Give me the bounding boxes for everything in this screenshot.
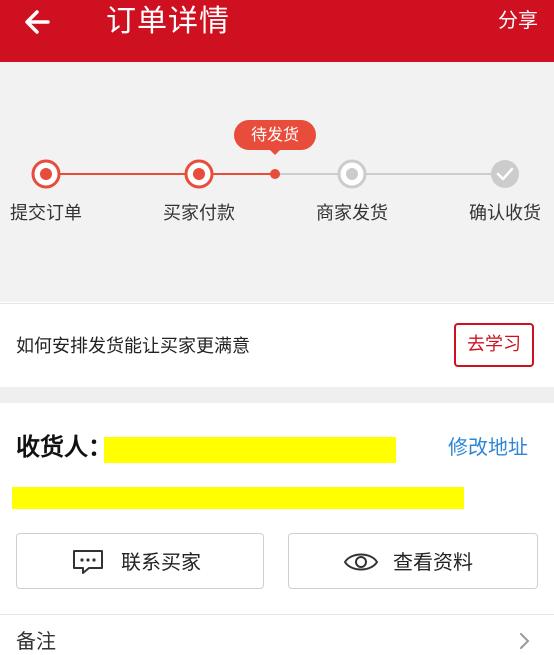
step-marker-submitted xyxy=(31,159,61,189)
page-title: 订单详情 xyxy=(106,4,230,39)
share-button[interactable]: 分享 xyxy=(498,6,538,34)
step-marker-shipped xyxy=(337,159,367,189)
back-arrow-icon[interactable] xyxy=(22,6,54,38)
step-label-submit: 提交订单 xyxy=(10,203,82,224)
card-divider xyxy=(0,614,554,615)
shipping-tip-text: 如何安排发货能让买家更满意 xyxy=(16,336,250,357)
chat-icon xyxy=(73,550,103,574)
section-separator xyxy=(0,387,554,403)
view-profile-label: 查看资料 xyxy=(393,550,473,574)
order-progress: 待发货 提交订单 买家付款 商家发货 确认收货 xyxy=(0,62,554,302)
eye-icon xyxy=(343,553,379,571)
learn-button[interactable]: 去学习 xyxy=(454,323,534,367)
remark-label: 备注 xyxy=(16,629,56,653)
progress-track xyxy=(31,159,519,189)
step-label-ship: 商家发货 xyxy=(316,203,388,224)
redacted-recipient-info xyxy=(104,437,396,463)
current-position-dot xyxy=(270,169,280,179)
view-profile-button[interactable]: 查看资料 xyxy=(288,533,538,589)
chevron-right-icon[interactable] xyxy=(518,631,532,651)
top-bar: 订单详情 分享 xyxy=(0,0,554,62)
step-marker-received xyxy=(491,160,519,188)
step-label-pay: 买家付款 xyxy=(163,203,235,224)
redacted-address-line xyxy=(12,487,464,509)
modify-address-link[interactable]: 修改地址 xyxy=(448,433,528,461)
contact-buyer-label: 联系买家 xyxy=(121,550,201,574)
contact-buyer-button[interactable]: 联系买家 xyxy=(16,533,264,589)
shipping-tip-bar: 如何安排发货能让买家更满意 去学习 xyxy=(0,303,554,388)
step-label-receive: 确认收货 xyxy=(469,203,541,224)
recipient-label: 收货人： xyxy=(16,433,112,461)
shipping-address-card: 收货人： 修改地址 联系买家 查看资料 备注 xyxy=(0,403,554,653)
step-marker-paid xyxy=(184,159,214,189)
